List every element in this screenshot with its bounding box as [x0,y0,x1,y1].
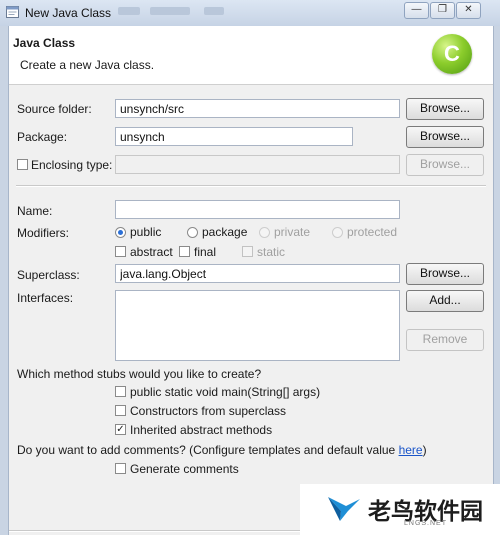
source-folder-label: Source folder: [17,102,92,116]
generate-comments-checkbox[interactable] [115,463,126,474]
package-radio[interactable] [187,227,198,238]
source-folder-browse-button[interactable]: Browse... [406,98,484,120]
abstract-checkbox[interactable] [115,246,126,257]
separator [16,185,486,187]
static-checkbox[interactable] [242,246,253,257]
package-browse-button[interactable]: Browse... [406,126,484,148]
configure-templates-link[interactable]: here [399,443,423,457]
method-stubs-question: Which method stubs would you like to cre… [17,367,262,381]
source-folder-input[interactable] [115,99,400,118]
window-titlebar: New Java Class — ❐ ✕ [0,0,500,26]
superclass-input[interactable] [115,264,400,283]
java-class-logo-icon: C [432,34,472,74]
window-title: New Java Class [25,6,112,20]
interfaces-list[interactable] [115,290,400,361]
watermark: 老鸟软件园 LNGS.NET [300,484,500,535]
background-menu-ghost [204,7,224,15]
name-input[interactable] [115,200,400,219]
constructors-label: Constructors from superclass [130,404,287,418]
background-menu-ghost [118,7,140,15]
static-label: static [257,245,286,259]
superclass-label: Superclass: [17,268,80,282]
minimize-button[interactable]: — [404,2,429,19]
generate-comments-label: Generate comments [130,462,239,476]
private-radio[interactable] [259,227,270,238]
wizard-header: Java Class Create a new Java class. C [9,26,493,85]
package-input[interactable] [115,127,353,146]
wizard-title: Java Class [13,36,76,50]
restore-button[interactable]: ❐ [430,2,455,19]
background-menu-ghost [150,7,190,15]
wizard-description: Create a new Java class. [20,58,155,72]
inherited-abstract-methods-checkbox[interactable]: ✓ [115,424,126,435]
comments-question-text: Do you want to add comments? (Configure … [17,443,399,457]
enclosing-type-browse-button[interactable]: Browse... [406,154,484,176]
close-button[interactable]: ✕ [456,2,481,19]
add-interface-button[interactable]: Add... [406,290,484,312]
eclipse-app-icon [6,6,19,18]
comments-question: Do you want to add comments? (Configure … [17,443,427,457]
watermark-subtext: LNGS.NET [404,520,448,527]
superclass-browse-button[interactable]: Browse... [406,263,484,285]
inherited-abstract-methods-label: Inherited abstract methods [130,423,273,437]
bird-logo-icon [328,497,360,521]
package-modifier-label: package [202,225,248,239]
modifiers-label: Modifiers: [17,226,70,240]
remove-interface-button[interactable]: Remove [406,329,484,351]
enclosing-type-checkbox[interactable] [17,159,28,170]
private-label: private [274,225,311,239]
main-method-checkbox[interactable] [115,386,126,397]
public-label: public [130,225,162,239]
interfaces-label: Interfaces: [17,291,74,305]
name-label: Name: [17,204,53,218]
protected-radio[interactable] [332,227,343,238]
logo-letter: C [444,41,460,66]
protected-label: protected [347,225,398,239]
final-checkbox[interactable] [179,246,190,257]
dialog-panel: Java Class Create a new Java class. C So… [8,26,494,535]
package-label: Package: [17,130,68,144]
final-label: final [194,245,217,259]
main-method-label: public static void main(String[] args) [130,385,321,399]
comments-question-end: ) [422,443,427,457]
radio-selected-dot [118,230,123,235]
public-radio[interactable] [115,227,126,238]
enclosing-type-input[interactable] [115,155,400,174]
enclosing-type-label: Enclosing type: [31,158,113,172]
abstract-label: abstract [130,245,173,259]
constructors-checkbox[interactable] [115,405,126,416]
